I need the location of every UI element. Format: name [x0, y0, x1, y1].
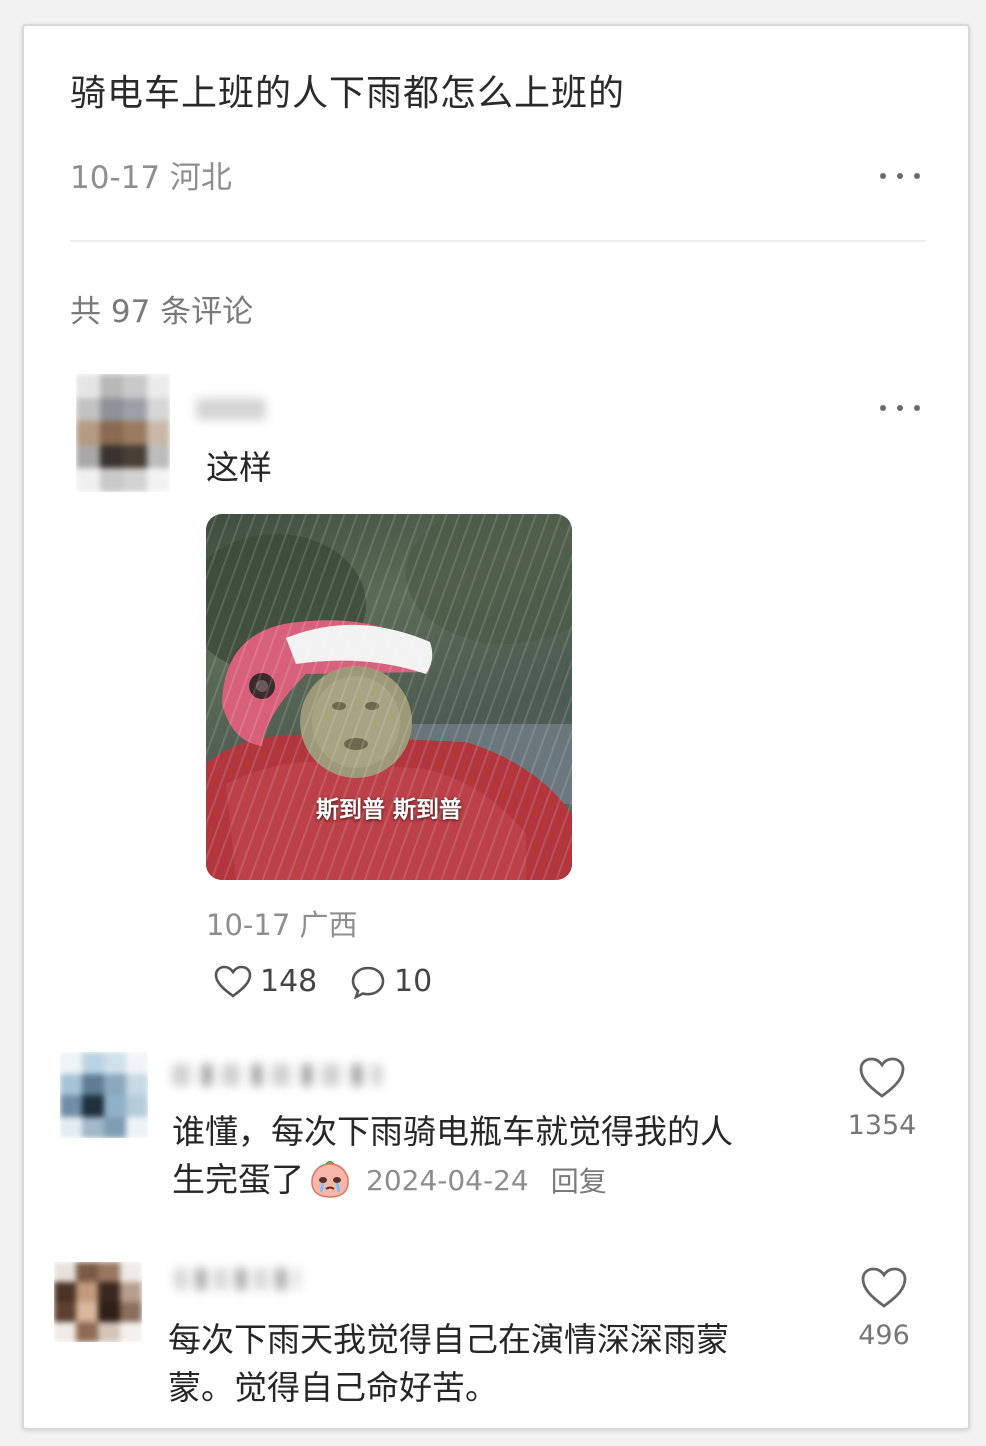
reply-text-line1: 谁懂，每次下雨骑电瓶车就觉得我的人	[172, 1112, 733, 1151]
comment-count: 共 97 条评论	[70, 294, 254, 330]
comment-more-icon[interactable]	[880, 398, 920, 418]
image-caption: 斯到普 斯到普	[315, 797, 462, 823]
post-more-icon[interactable]	[880, 166, 920, 186]
reply-text-line2: 生完蛋了	[172, 1160, 304, 1199]
divider	[70, 240, 926, 242]
comment-meta: 10-17 广西	[206, 908, 358, 942]
comment-icon	[351, 966, 385, 999]
reply-text-line1: 每次下雨天我觉得自己在演情深深雨蒙	[168, 1320, 729, 1359]
reply-count: 10	[394, 964, 433, 999]
comment-text: 这样	[206, 448, 272, 487]
heart-icon	[859, 1057, 905, 1098]
username-blurred[interactable]	[174, 1268, 300, 1290]
reply-stat[interactable]: 10	[350, 964, 432, 999]
crying-emoji-icon	[311, 1161, 349, 1198]
reply-like[interactable]: 496	[844, 1266, 924, 1351]
avatar[interactable]	[60, 1052, 148, 1138]
heart-icon	[861, 1267, 907, 1308]
post-title: 骑电车上班的人下雨都怎么上班的	[70, 73, 626, 114]
avatar[interactable]	[54, 1262, 142, 1342]
avatar[interactable]	[76, 374, 170, 492]
reply-text-line2: 蒙。觉得自己命好苦。	[168, 1368, 498, 1407]
comment-image[interactable]: 斯到普 斯到普	[206, 514, 572, 880]
username-blurred[interactable]	[172, 1064, 382, 1086]
like-stat[interactable]: 148	[214, 964, 317, 999]
rain-overlay	[206, 514, 572, 880]
reply-like-count: 496	[858, 1320, 910, 1351]
heart-icon	[214, 965, 252, 998]
like-count: 148	[260, 964, 318, 999]
reply-like[interactable]: 1354	[842, 1056, 922, 1141]
reply-text-row: 生完蛋了 2024-04-24 回复	[172, 1156, 607, 1204]
reply-like-count: 1354	[847, 1110, 917, 1141]
username-blurred[interactable]	[196, 398, 266, 420]
post-card: 骑电车上班的人下雨都怎么上班的 10-17 河北 共 97 条评论 这样 斯到普…	[22, 24, 970, 1430]
post-meta: 10-17 河北	[70, 160, 232, 196]
reply-date: 2024-04-24	[366, 1163, 529, 1197]
reply-button[interactable]: 回复	[551, 1160, 607, 1200]
